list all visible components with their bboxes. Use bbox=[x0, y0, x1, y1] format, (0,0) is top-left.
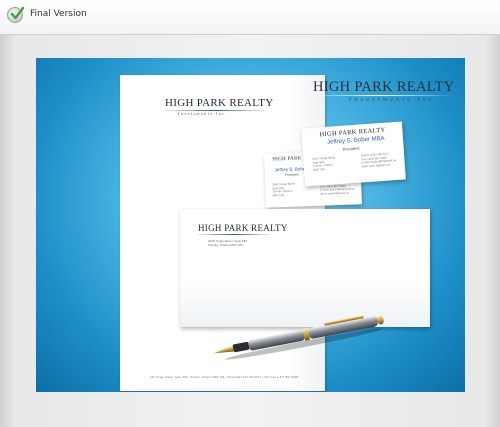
envelope-address-line: Toronto, Ontario M4P 1S5 bbox=[208, 243, 243, 247]
card-front-contact-line: Web: www.highpark.ca bbox=[361, 162, 391, 169]
card-front-role: President bbox=[342, 145, 360, 152]
envelope-logo: HIGH PARK REALTY bbox=[198, 223, 288, 233]
card-back-contact-line: Web: www.highpark.ca bbox=[320, 190, 349, 196]
envelope-swoosh bbox=[194, 234, 274, 235]
card-front-contact: Direct: (416) 780-2671 Fax: (416) 867-53… bbox=[361, 152, 396, 169]
envelope: HIGH PARK REALTY 2445 Yonge Street, Suit… bbox=[180, 209, 430, 327]
letterhead-subtitle: Investments Inc. bbox=[178, 111, 228, 116]
fountain-pen-icon bbox=[213, 315, 384, 360]
header-bar: Final Version bbox=[0, 0, 500, 34]
letterhead-footer: 445 Yonge Street, Suite 854, Toronto, On… bbox=[150, 376, 299, 379]
business-card-front: HIGH PARK REALTY Jeffrey S. Bober MBA Pr… bbox=[301, 121, 406, 187]
letterhead-logo: HIGH PARK REALTY bbox=[165, 97, 274, 109]
check-icon bbox=[7, 6, 25, 23]
card-front-name: Jeffrey S. Bober MBA bbox=[326, 135, 385, 146]
card-back-address-line: M4P 1S5 bbox=[272, 192, 285, 198]
big-logo-subtitle: Investments Inc. bbox=[349, 96, 440, 103]
card-back-role: President bbox=[284, 172, 299, 177]
big-logo: HIGH PARK REALTY bbox=[313, 79, 455, 95]
card-front-address: 2445 Yonge Street Suite 854 Toronto, Ont… bbox=[312, 155, 336, 172]
card-back-address: 2445 Yonge Street Suite 854 Toronto, Ont… bbox=[272, 182, 296, 198]
card-back-name: Jeffrey S. Bober bbox=[274, 166, 307, 173]
header-title: Final Version bbox=[30, 9, 87, 19]
stationery-mockup: HIGH PARK REALTY Investments Inc. 445 Yo… bbox=[36, 58, 465, 392]
envelope-address: 2445 Yonge Street, Suite 854, Toronto, O… bbox=[208, 239, 248, 247]
